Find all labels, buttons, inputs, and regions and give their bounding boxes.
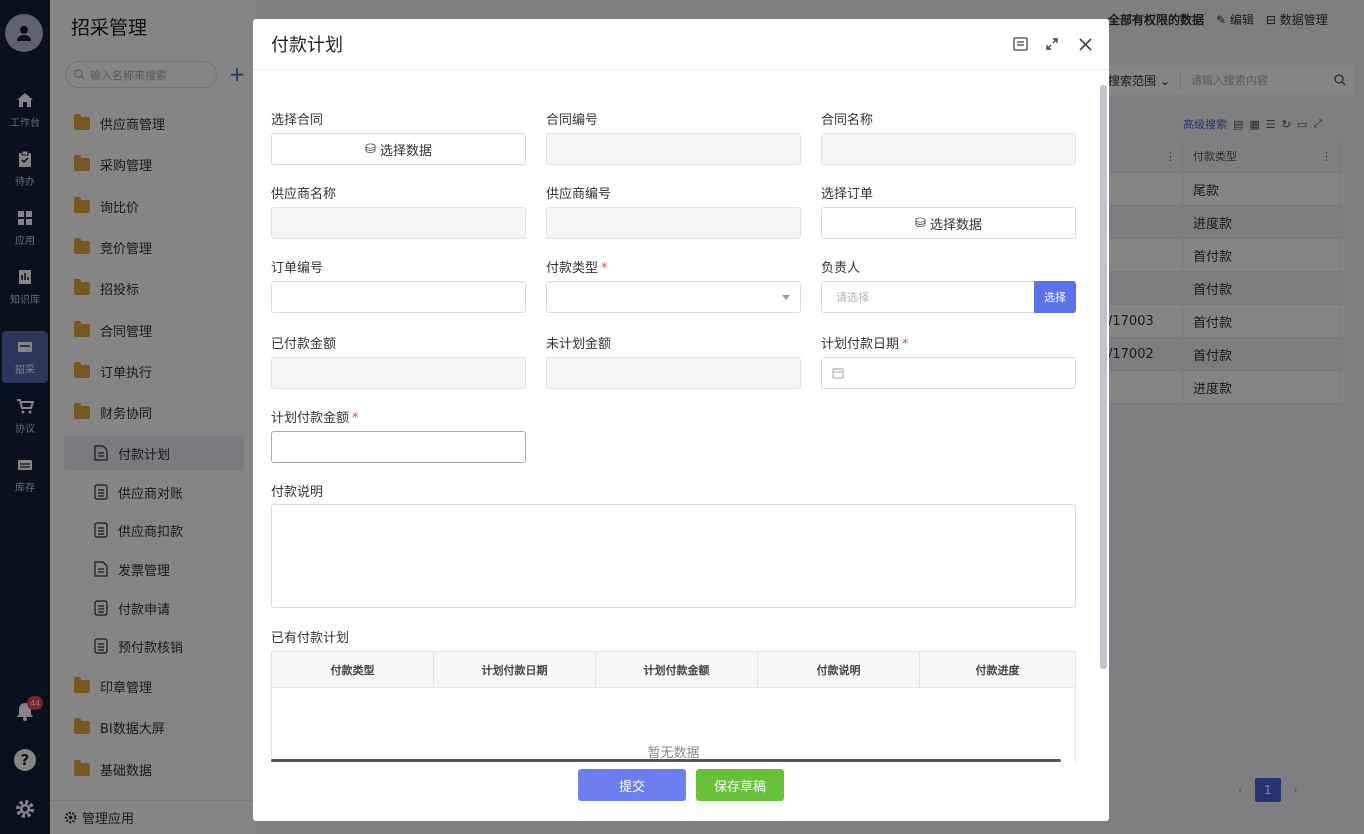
paid-amount-label: 已付款金额: [271, 337, 337, 352]
pay-type-label: 付款类型 *: [546, 261, 608, 276]
maximize-icon[interactable]: [1043, 35, 1061, 53]
dialog-header: 付款计划: [253, 19, 1109, 70]
payment-plan-dialog: 付款计划 选择合同 ⛁ 选择数据 合同编号 合同名称 供应商名称 供应商编号 选择…: [253, 19, 1109, 821]
description-textarea[interactable]: [271, 504, 1076, 608]
description-label: 付款说明: [271, 485, 324, 500]
close-icon[interactable]: [1076, 35, 1094, 53]
select-order-label: 选择订单: [821, 187, 874, 202]
supplier-no-field: [546, 207, 801, 239]
chevron-down-icon: [782, 295, 790, 300]
table-header: 付款类型 计划付款日期 计划付款金额 付款说明 付款进度: [272, 652, 1075, 688]
table-scrollbar[interactable]: [271, 759, 1061, 762]
dialog-footer: 提交 保存草稿: [253, 769, 1109, 801]
contract-no-field: [546, 133, 801, 165]
dialog-title: 付款计划: [271, 35, 343, 56]
existing-plans-table: 付款类型 计划付款日期 计划付款金额 付款说明 付款进度 暂无数据: [271, 651, 1076, 763]
database-icon: ⛁: [915, 215, 926, 231]
plan-date-label: 计划付款日期 *: [821, 337, 909, 352]
column-header: 付款说明: [758, 652, 920, 687]
paid-amount-field: [271, 357, 526, 389]
select-order-button[interactable]: ⛁ 选择数据: [821, 207, 1076, 239]
supplier-name-field: [271, 207, 526, 239]
owner-label: 负责人: [821, 261, 861, 276]
plan-date-input[interactable]: [821, 357, 1076, 389]
calendar-icon: [832, 368, 844, 379]
submit-button[interactable]: 提交: [578, 769, 686, 801]
dialog-body: 选择合同 ⛁ 选择数据 合同编号 合同名称 供应商名称 供应商编号 选择订单 ⛁ 选…: [253, 71, 1099, 763]
order-no-label: 订单编号: [271, 261, 324, 276]
existing-plans-title: 已有付款计划: [271, 631, 350, 646]
contract-name-field: [821, 133, 1076, 165]
dialog-scrollbar[interactable]: [1100, 85, 1107, 669]
save-draft-button[interactable]: 保存草稿: [696, 769, 784, 801]
owner-pick-button[interactable]: 选择: [1034, 281, 1076, 313]
contract-name-label: 合同名称: [821, 113, 874, 128]
pay-type-select[interactable]: [546, 281, 801, 313]
column-header: 付款类型: [272, 652, 434, 687]
plan-amount-input[interactable]: [271, 431, 526, 463]
form-view-icon[interactable]: [1011, 35, 1029, 53]
supplier-name-label: 供应商名称: [271, 187, 337, 202]
unplanned-amount-label: 未计划金额: [546, 337, 612, 352]
select-contract-button[interactable]: ⛁ 选择数据: [271, 133, 526, 165]
unplanned-amount-field: [546, 357, 801, 389]
column-header: 计划付款金额: [596, 652, 758, 687]
plan-amount-label: 计划付款金额 *: [271, 411, 359, 426]
contract-no-label: 合同编号: [546, 113, 599, 128]
column-header: 付款进度: [975, 663, 1020, 677]
order-no-input[interactable]: [271, 281, 526, 313]
database-icon: ⛁: [365, 141, 376, 157]
select-contract-label: 选择合同: [271, 113, 324, 128]
owner-input[interactable]: 请选择 选择: [821, 281, 1076, 313]
column-header: 计划付款日期: [434, 652, 596, 687]
supplier-no-label: 供应商编号: [546, 187, 612, 202]
